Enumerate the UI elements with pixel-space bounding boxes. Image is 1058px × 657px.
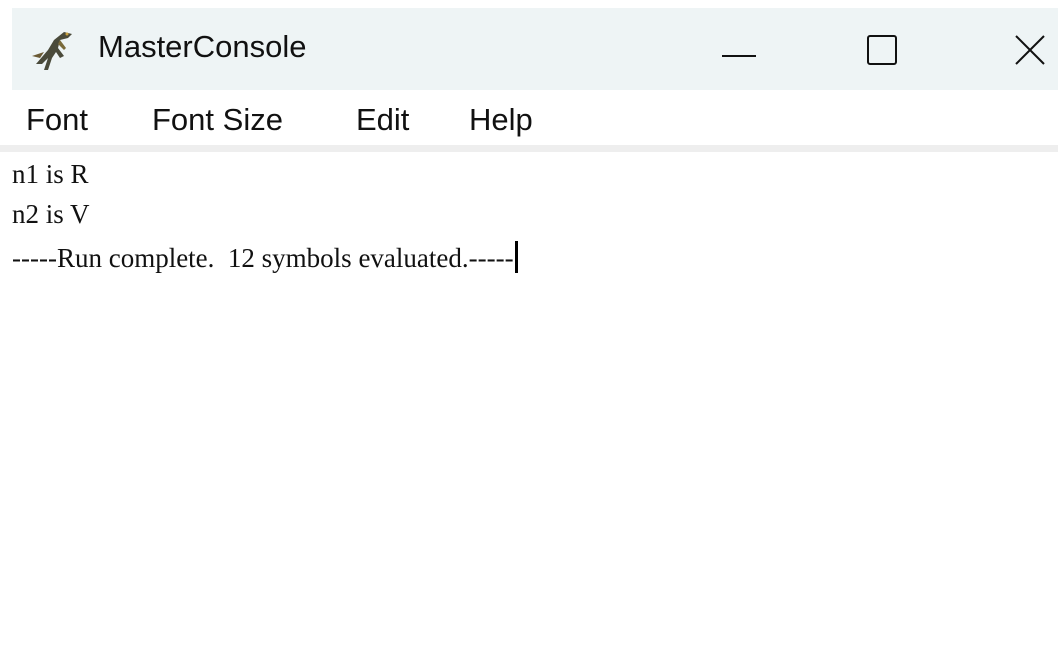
minimize-icon: [722, 55, 756, 57]
menu-help[interactable]: Help: [469, 100, 533, 140]
console-line: -----Run complete. 12 symbols evaluated.…: [12, 238, 518, 278]
console-line: n2 is V: [12, 194, 90, 234]
close-button[interactable]: [994, 22, 1058, 74]
close-icon: [1015, 35, 1045, 65]
menu-edit[interactable]: Edit: [356, 100, 409, 140]
menu-font-size[interactable]: Font Size: [152, 100, 283, 140]
menu-divider: [0, 145, 1058, 152]
window-title: MasterConsole: [98, 29, 307, 64]
text-caret: [514, 241, 518, 273]
menu-font[interactable]: Font: [26, 100, 88, 140]
title-bar[interactable]: MasterConsole: [12, 8, 1058, 90]
maximize-icon: [867, 35, 897, 65]
maximize-button[interactable]: [848, 22, 920, 74]
console-output[interactable]: n1 is R n2 is V -----Run complete. 12 sy…: [0, 152, 1058, 657]
menu-bar: Font Font Size Edit Help: [12, 92, 1058, 144]
console-line-text: -----Run complete. 12 symbols evaluated.…: [12, 243, 514, 273]
console-line-text: n1 is R: [12, 159, 89, 189]
minimize-button[interactable]: [702, 22, 774, 74]
console-line: n1 is R: [12, 154, 89, 194]
master-console-window: MasterConsole Font Font Size Edit Help n…: [0, 0, 1058, 657]
console-line-text: n2 is V: [12, 199, 90, 229]
dinosaur-app-icon[interactable]: [30, 26, 78, 72]
